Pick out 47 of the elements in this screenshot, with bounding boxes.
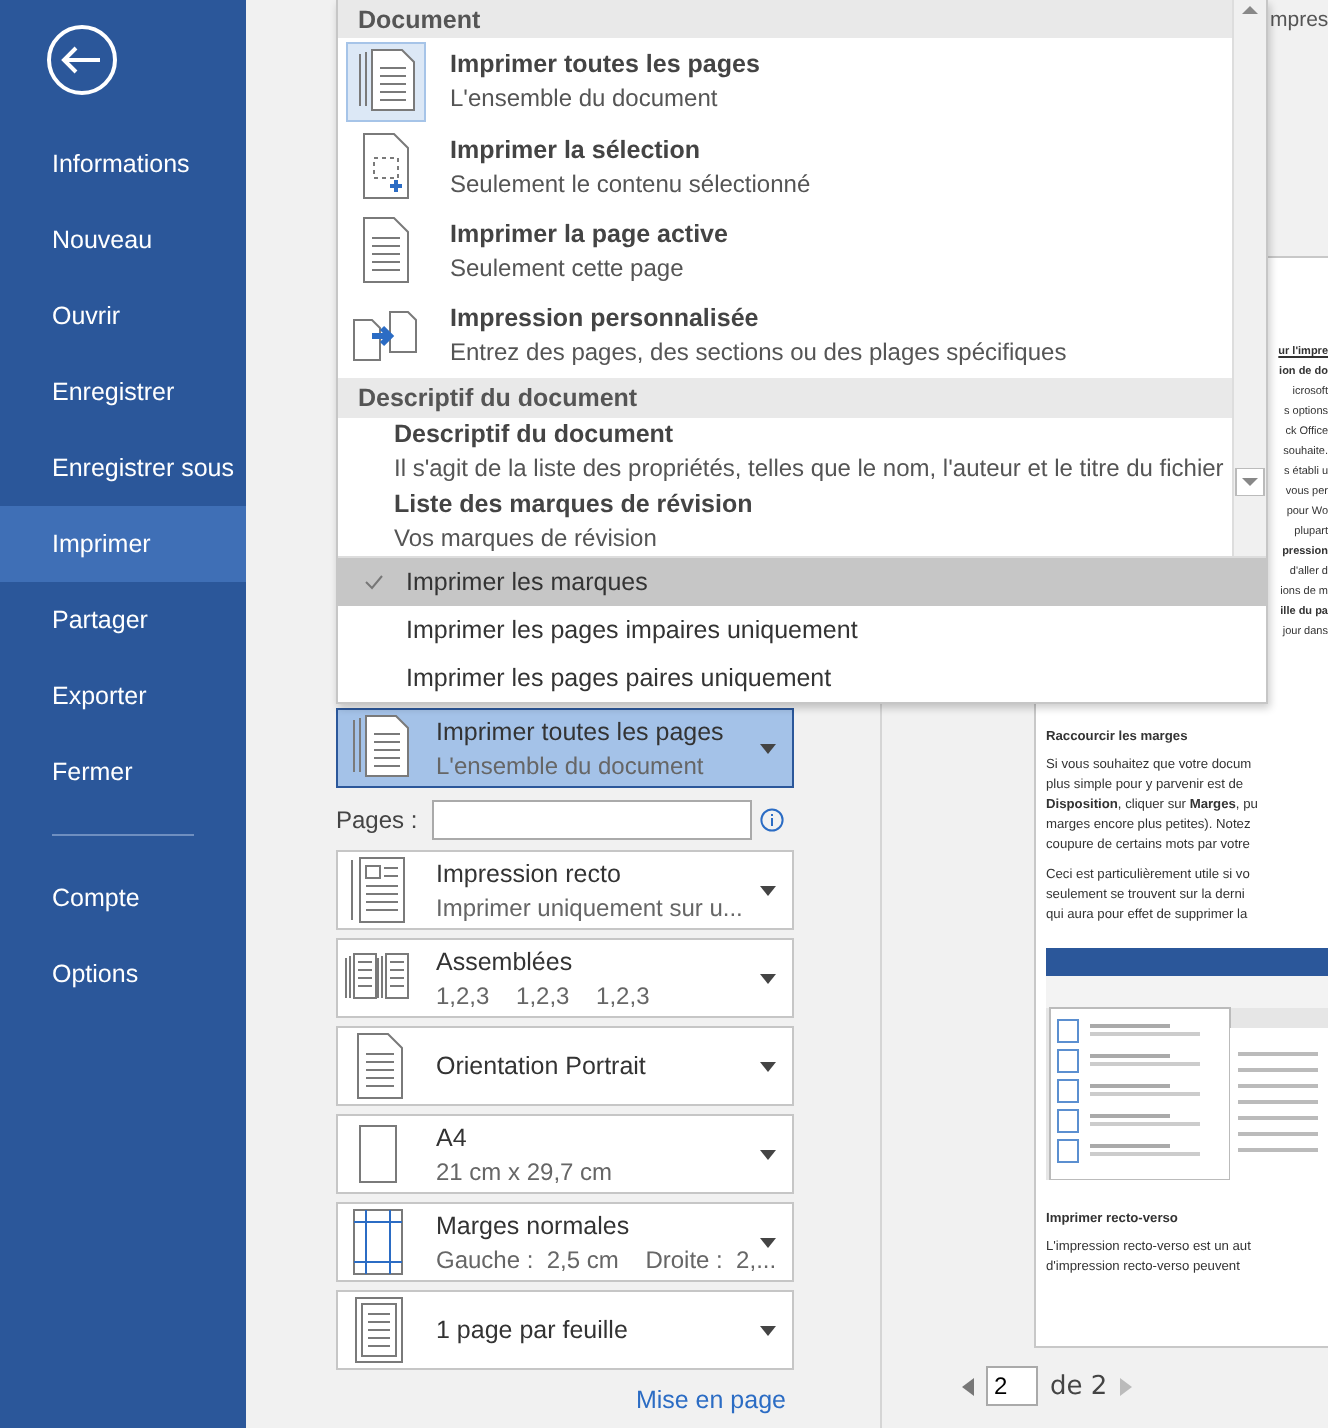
caret-icon: [760, 973, 776, 983]
sidebar-item[interactable]: Informations: [0, 126, 246, 202]
sidebar-item[interactable]: Ouvrir: [0, 278, 246, 354]
menu-item[interactable]: Descriptif du document Il s'agit de la liste des propriétés, telles que le nom, l'auteur et le titre du fichier: [338, 417, 1232, 487]
setting-dropdown[interactable]: 1 page par feuille: [336, 1290, 794, 1370]
preview-heading: mpres: [1270, 8, 1328, 36]
caret-icon: [760, 885, 776, 895]
page-total: de 2: [1050, 1371, 1108, 1401]
previous-page-icon[interactable]: [962, 1377, 974, 1395]
setting-dropdown[interactable]: Impression recto Imprimer uniquement sur u...: [336, 850, 794, 930]
print-range-dropdown[interactable]: Imprimer toutes les pages L'ensemble du document: [336, 708, 794, 788]
sidebar-item[interactable]: Nouveau: [0, 202, 246, 278]
caret-icon: [760, 1061, 776, 1071]
menu-option[interactable]: Imprimer les pages paires uniquement: [338, 654, 1266, 702]
sidebar-item[interactable]: Enregistrer: [0, 354, 246, 430]
pages-input[interactable]: [432, 800, 752, 840]
menu-section-header: Document: [338, 0, 1232, 39]
menu-item[interactable]: Liste des marques de révision Vos marques de révision: [338, 486, 1232, 556]
setting-dropdown[interactable]: Assemblées 1,2,3 1,2,3 1,2,3: [336, 938, 794, 1018]
caret-icon: [760, 1237, 776, 1247]
sidebar-item[interactable]: Exporter: [0, 658, 246, 734]
sidebar-item[interactable]: Options: [0, 936, 246, 1012]
setting-dropdown[interactable]: Orientation Portrait: [336, 1026, 794, 1106]
menu-option[interactable]: Imprimer les marques: [338, 558, 1266, 606]
page-number-input[interactable]: 2: [986, 1366, 1038, 1406]
setting-dropdown[interactable]: A4 21 cm x 29,7 cm: [336, 1114, 794, 1194]
sidebar-item[interactable]: Fermer: [0, 734, 246, 810]
page-setup-link[interactable]: Mise en page: [635, 1386, 786, 1414]
sidebar-item[interactable]: Imprimer: [0, 506, 246, 582]
next-page-icon[interactable]: [1119, 1377, 1132, 1395]
menu-section-header: Descriptif du document: [338, 378, 1232, 417]
caret-icon: [760, 1325, 776, 1335]
menu-item[interactable]: Imprimer la sélection Seulement le contenu sélectionné: [338, 123, 1232, 209]
caret-icon: [760, 1149, 776, 1159]
sidebar-item[interactable]: Partager: [0, 582, 246, 658]
caret-icon: [760, 743, 776, 753]
scroll-down-icon[interactable]: [1234, 468, 1266, 496]
sidebar-item[interactable]: Enregistrer sous: [0, 430, 246, 506]
pages-label: Pages :: [336, 806, 420, 834]
menu-item[interactable]: Impression personnalisée Entrez des pages, des sections ou des plages spécifiques: [338, 293, 1232, 379]
sidebar-item[interactable]: Compte: [0, 860, 246, 936]
info-icon: [760, 808, 784, 832]
menu-item[interactable]: Imprimer toutes les pages L'ensemble du document: [338, 38, 1232, 124]
menu-item[interactable]: Imprimer la page active Seulement cette page: [338, 208, 1232, 294]
scrollbar[interactable]: [1232, 0, 1266, 556]
menu-option[interactable]: Imprimer les pages impaires uniquement: [338, 606, 1266, 654]
setting-dropdown[interactable]: Marges normales Gauche : 2,5 cm Droite : 2,...: [336, 1202, 794, 1282]
